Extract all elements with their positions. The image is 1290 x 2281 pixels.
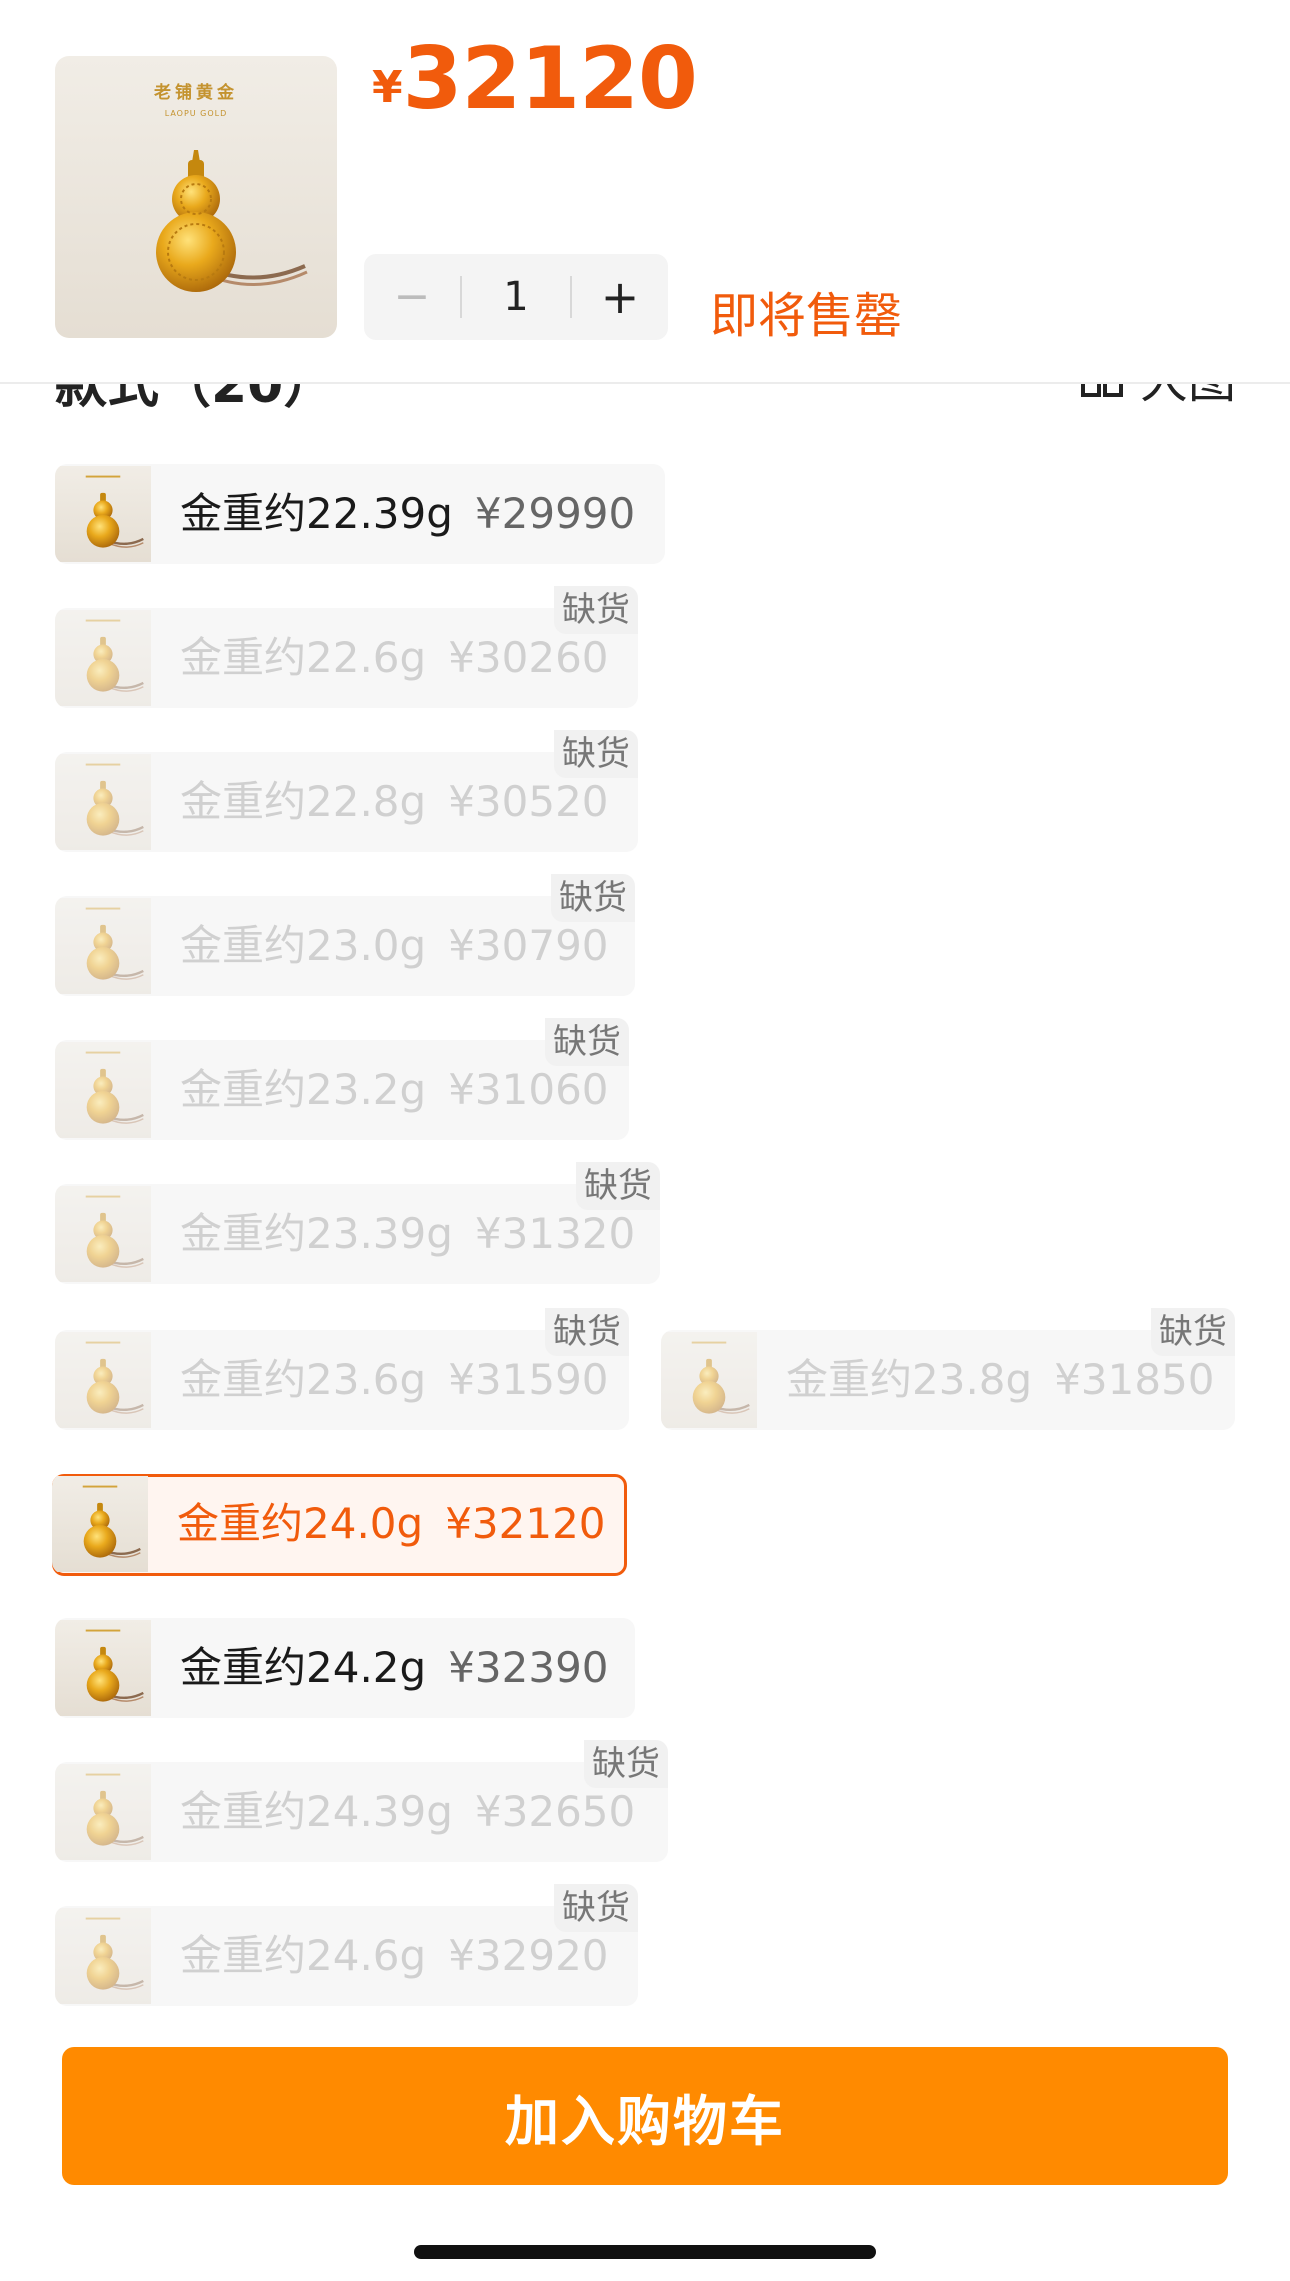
option-card[interactable]: 金重约24.6g ¥32920 缺货 [55, 1884, 638, 2006]
option-thumbnail [52, 1474, 148, 1574]
increase-button[interactable]: + [572, 254, 668, 340]
option-weight: 金重约24.0g [177, 1499, 424, 1548]
option-thumbnail [55, 896, 151, 996]
option-thumbnail [55, 1618, 151, 1718]
out-of-stock-badge: 缺货 [545, 1308, 629, 1356]
option-weight: 金重约23.2g [180, 1065, 427, 1114]
option-card[interactable]: 金重约24.2g ¥32390 [55, 1618, 635, 1718]
option-price: ¥32120 [445, 1499, 606, 1548]
add-to-cart-button[interactable]: 加入购物车 [62, 2047, 1228, 2185]
out-of-stock-badge: 缺货 [1151, 1308, 1235, 1356]
option-card[interactable]: 金重约22.39g ¥29990 [55, 464, 665, 564]
decrease-button[interactable]: − [364, 254, 460, 340]
out-of-stock-badge: 缺货 [554, 730, 638, 778]
option-weight: 金重约24.39g [180, 1787, 453, 1836]
option-card[interactable]: 金重约24.39g ¥32650 缺货 [55, 1740, 668, 1862]
option-card[interactable]: 金重约23.0g ¥30790 缺货 [55, 874, 635, 996]
option-price: ¥32390 [448, 1643, 609, 1692]
option-card[interactable]: 金重约23.6g ¥31590 缺货 [55, 1308, 629, 1430]
out-of-stock-badge: 缺货 [554, 586, 638, 634]
option-price: ¥31850 [1054, 1355, 1215, 1404]
option-price: ¥31590 [448, 1355, 609, 1404]
option-thumbnail [55, 752, 151, 852]
price-value: 32120 [402, 29, 698, 129]
product-image[interactable]: 老铺黄金 LAOPU GOLD [55, 56, 337, 338]
option-price: ¥29990 [474, 489, 636, 538]
option-price: ¥31060 [448, 1065, 609, 1114]
out-of-stock-badge: 缺货 [584, 1740, 668, 1788]
option-weight: 金重约24.6g [180, 1931, 427, 1980]
option-thumbnail [55, 608, 151, 708]
option-weight: 金重约23.0g [180, 921, 427, 970]
option-weight: 金重约22.6g [180, 633, 427, 682]
option-card-selected[interactable]: 金重约24.0g ¥32120 [52, 1474, 627, 1576]
option-thumbnail [55, 1330, 151, 1430]
out-of-stock-badge: 缺货 [576, 1162, 660, 1210]
option-card[interactable]: 金重约23.2g ¥31060 缺货 [55, 1018, 629, 1140]
option-price: ¥32650 [474, 1787, 636, 1836]
out-of-stock-badge: 缺货 [551, 874, 635, 922]
option-weight: 金重约23.6g [180, 1355, 427, 1404]
quantity-stepper[interactable]: − 1 + [364, 254, 668, 340]
brand-logo-en: LAOPU GOLD [165, 109, 228, 118]
option-price: ¥31320 [474, 1209, 636, 1258]
price: ¥32120 [372, 36, 698, 122]
option-card[interactable]: 金重约23.39g ¥31320 缺货 [55, 1162, 660, 1284]
option-weight: 金重约22.39g [180, 489, 453, 538]
option-price: ¥30520 [448, 777, 609, 826]
out-of-stock-badge: 缺货 [545, 1018, 629, 1066]
option-thumbnail [661, 1330, 757, 1430]
option-card[interactable]: 金重约23.8g ¥31850 缺货 [661, 1308, 1235, 1430]
option-price: ¥30260 [448, 633, 609, 682]
option-thumbnail [55, 1906, 151, 2006]
product-header: 老铺黄金 LAOPU GOLD ¥32120 − 1 + 即将售罄 [0, 14, 1290, 384]
option-thumbnail [55, 1040, 151, 1140]
option-thumbnail [55, 1184, 151, 1284]
brand-logo-cn: 老铺黄金 [153, 82, 238, 103]
top-divider [0, 0, 1290, 15]
option-thumbnail [55, 1762, 151, 1862]
option-weight: 金重约22.8g [180, 777, 427, 826]
stock-status: 即将售罄 [710, 288, 903, 344]
option-weight: 金重约24.2g [180, 1643, 427, 1692]
option-card[interactable]: 金重约22.8g ¥30520 缺货 [55, 730, 638, 852]
out-of-stock-badge: 缺货 [554, 1884, 638, 1932]
option-price: ¥32920 [448, 1931, 609, 1980]
option-price: ¥30790 [448, 921, 609, 970]
currency-symbol: ¥ [372, 62, 403, 113]
option-weight: 金重约23.39g [180, 1209, 453, 1258]
option-weight: 金重约23.8g [786, 1355, 1033, 1404]
home-indicator [414, 2245, 876, 2259]
quantity-value[interactable]: 1 [460, 254, 572, 340]
option-thumbnail [55, 464, 151, 564]
option-card[interactable]: 金重约22.6g ¥30260 缺货 [55, 586, 638, 708]
